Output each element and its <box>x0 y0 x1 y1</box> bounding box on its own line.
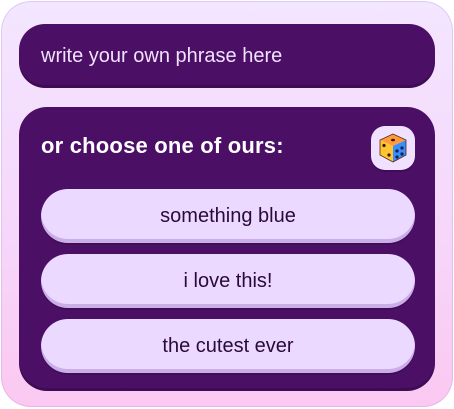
randomize-phrase-button[interactable] <box>371 126 415 170</box>
phrase-option-something-blue[interactable]: something blue <box>41 189 415 243</box>
phrase-option-i-love-this[interactable]: i love this! <box>41 254 415 308</box>
phrase-picker-card: or choose one of ours: <box>1 1 453 407</box>
phrase-choices-panel: or choose one of ours: something blue i … <box>19 107 435 391</box>
phrase-option-the-cutest-ever[interactable]: the cutest ever <box>41 319 415 373</box>
custom-phrase-input[interactable] <box>19 24 435 88</box>
choices-heading: or choose one of ours: <box>41 133 284 158</box>
dice-icon <box>376 131 410 165</box>
